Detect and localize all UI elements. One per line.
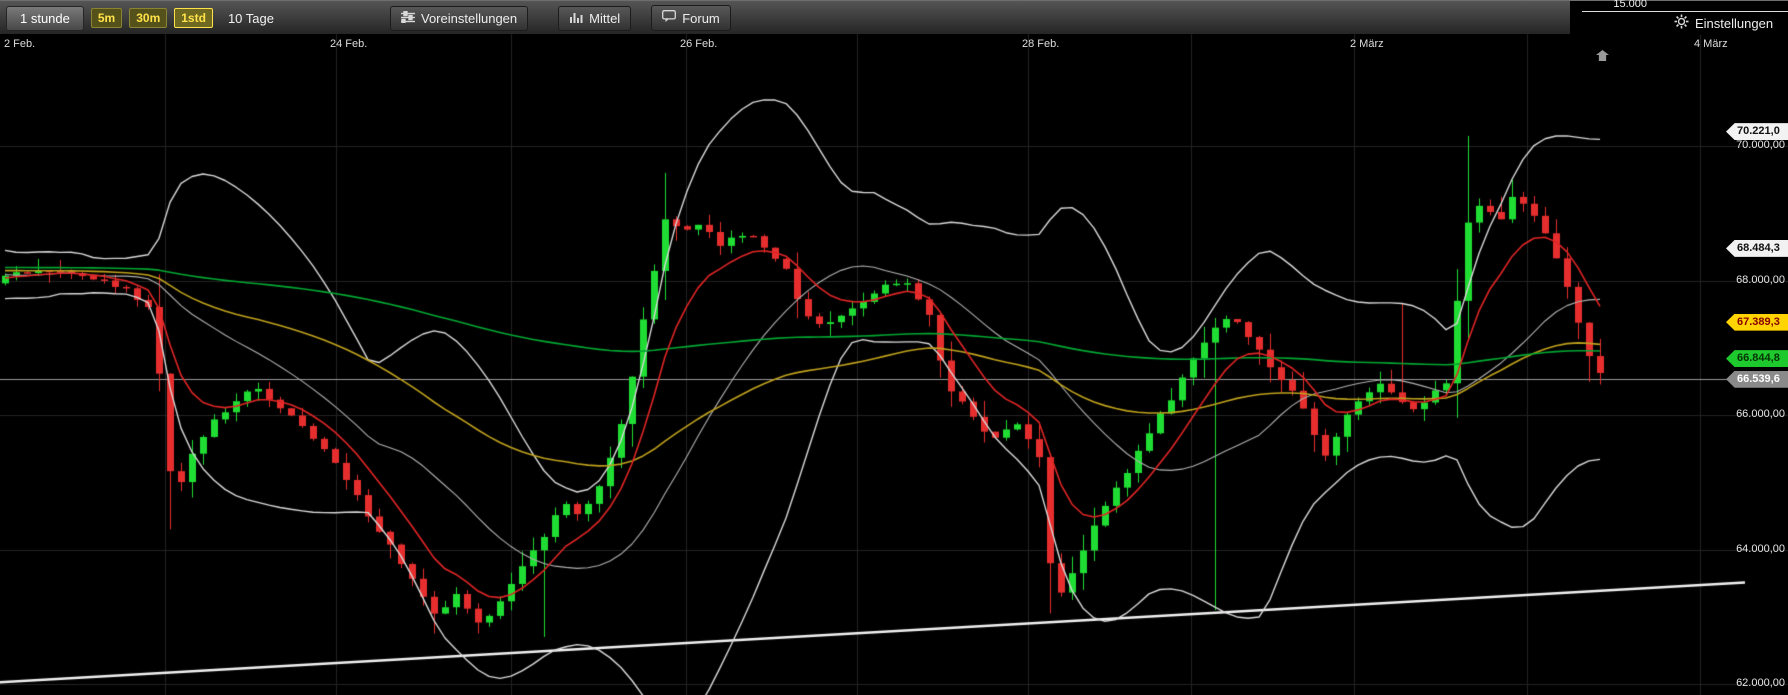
settings-button[interactable]: Einstellungen bbox=[1674, 14, 1773, 32]
presets-button[interactable]: Voreinstellungen bbox=[390, 5, 529, 31]
forum-button[interactable]: Forum bbox=[651, 5, 731, 31]
toolbar: 1 stunde 5m 30m 1std 10 Tage Voreinstell… bbox=[0, 0, 1788, 35]
timeframe-30m-button[interactable]: 30m bbox=[129, 8, 168, 28]
speech-bubble-icon bbox=[662, 10, 677, 26]
range-button[interactable]: 10 Tage bbox=[220, 7, 282, 30]
toolbar-left-group: 1 stunde 5m 30m 1std 10 Tage bbox=[6, 5, 282, 31]
bar-chart-icon bbox=[569, 11, 583, 26]
presets-label: Voreinstellungen bbox=[421, 10, 518, 26]
toolbar-mid-group: Voreinstellungen Mittel Forum bbox=[390, 5, 731, 31]
timeframe-button[interactable]: 1 stunde bbox=[6, 5, 84, 31]
toolbar-right-group: 15.000 Einstellungen bbox=[1570, 0, 1788, 35]
volume-scale-label: 15.000 bbox=[1613, 0, 1647, 10]
settings-label: Einstellungen bbox=[1695, 15, 1774, 31]
timeframe-5m-button[interactable]: 5m bbox=[90, 8, 123, 28]
price-chart[interactable] bbox=[0, 0, 1788, 695]
sliders-icon bbox=[401, 10, 415, 26]
gear-icon bbox=[1674, 14, 1689, 32]
forum-label: Forum bbox=[682, 10, 720, 26]
timeframe-1std-button[interactable]: 1std bbox=[174, 8, 213, 28]
indicators-button[interactable]: Mittel bbox=[558, 5, 632, 31]
pane-divider bbox=[1582, 11, 1788, 12]
indicators-label: Mittel bbox=[589, 10, 621, 26]
